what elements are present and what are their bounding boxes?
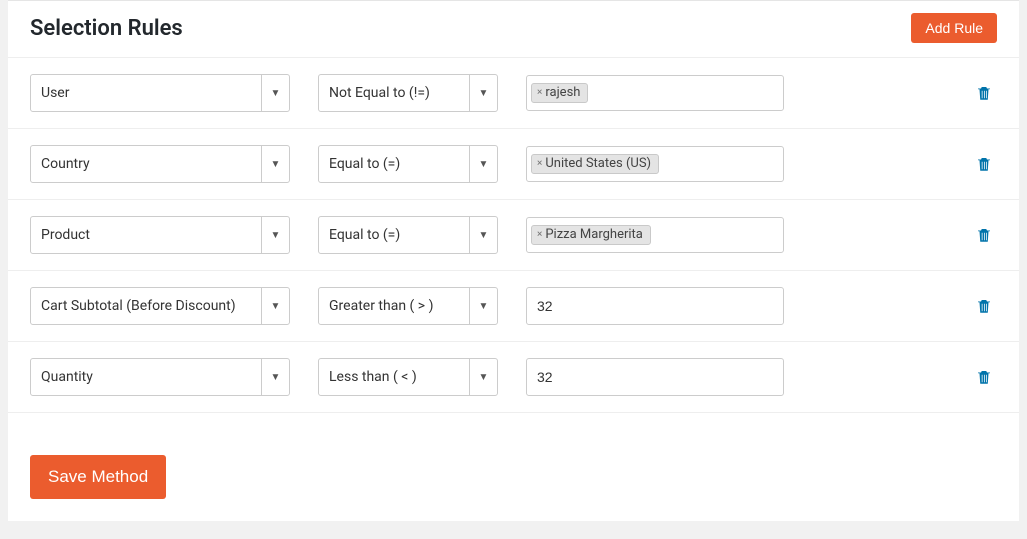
rule-value-tags[interactable]: ×rajesh (526, 75, 784, 111)
rule-field-select[interactable]: Product ▼ (30, 216, 290, 254)
rule-row: Country ▼ Equal to (=) ▼ ×United States (US) (8, 128, 1019, 199)
tag-remove-icon[interactable]: × (537, 229, 542, 240)
rule-value-tags[interactable]: ×United States (US) (526, 146, 784, 182)
rule-operator-select[interactable]: Equal to (=) ▼ (318, 145, 498, 183)
rule-field-select[interactable]: User ▼ (30, 74, 290, 112)
chevron-down-icon: ▼ (469, 146, 497, 182)
chevron-down-icon: ▼ (261, 217, 289, 253)
rules-panel: Selection Rules Add Rule User▼Not Equal … (8, 0, 1019, 521)
rule-field-select[interactable]: Quantity ▼ (30, 358, 290, 396)
rule-field-label: User (41, 85, 69, 101)
save-method-button[interactable]: Save Method (30, 455, 166, 499)
chevron-down-icon: ▼ (261, 359, 289, 395)
panel-footer: Save Method (8, 412, 1019, 521)
chevron-down-icon: ▼ (261, 288, 289, 324)
rule-field-label: Quantity (41, 369, 93, 385)
panel-title: Selection Rules (30, 16, 183, 41)
chevron-down-icon: ▼ (261, 146, 289, 182)
value-tag: ×rajesh (531, 83, 588, 103)
rule-operator-label: Greater than ( > ) (329, 298, 433, 314)
rule-operator-label: Equal to (=) (329, 156, 400, 172)
tag-label: United States (US) (545, 156, 651, 171)
rule-field-select[interactable]: Cart Subtotal (Before Discount) ▼ (30, 287, 290, 325)
tag-label: Pizza Margherita (545, 227, 643, 242)
chevron-down-icon: ▼ (469, 75, 497, 111)
trash-icon[interactable] (975, 83, 993, 103)
rule-field-label: Product (41, 227, 90, 243)
chevron-down-icon: ▼ (261, 75, 289, 111)
rule-operator-label: Less than ( < ) (329, 369, 417, 385)
rule-operator-select[interactable]: Greater than ( > ) ▼ (318, 287, 498, 325)
rule-value-input[interactable] (526, 358, 784, 396)
add-rule-button[interactable]: Add Rule (911, 13, 997, 43)
chevron-down-icon: ▼ (469, 217, 497, 253)
trash-icon[interactable] (975, 296, 993, 316)
rule-row: Cart Subtotal (Before Discount)▼Greater … (8, 270, 1019, 341)
value-tag: ×Pizza Margherita (531, 225, 651, 245)
rule-operator-label: Equal to (=) (329, 227, 400, 243)
trash-icon[interactable] (975, 367, 993, 387)
rule-value-input[interactable] (526, 287, 784, 325)
rule-operator-select[interactable]: Equal to (=) ▼ (318, 216, 498, 254)
tag-remove-icon[interactable]: × (537, 158, 542, 169)
rule-field-select[interactable]: Country ▼ (30, 145, 290, 183)
chevron-down-icon: ▼ (469, 288, 497, 324)
tag-remove-icon[interactable]: × (537, 87, 542, 98)
rule-operator-select[interactable]: Not Equal to (!=) ▼ (318, 74, 498, 112)
rule-operator-select[interactable]: Less than ( < ) ▼ (318, 358, 498, 396)
rule-row: Product ▼ Equal to (=) ▼ ×Pizza Margherita (8, 199, 1019, 270)
rule-value-tags[interactable]: ×Pizza Margherita (526, 217, 784, 253)
panel-header: Selection Rules Add Rule (8, 0, 1019, 57)
trash-icon[interactable] (975, 225, 993, 245)
rule-operator-label: Not Equal to (!=) (329, 85, 430, 101)
trash-icon[interactable] (975, 154, 993, 174)
rule-row: Quantity ▼ Less than ( < ) ▼ (8, 341, 1019, 412)
rule-row: User ▼ Not Equal to (!=) ▼ ×rajesh (8, 57, 1019, 128)
rule-field-label: Cart Subtotal (Before Discount) (41, 298, 236, 314)
tag-label: rajesh (545, 85, 580, 100)
rule-field-label: Country (41, 156, 90, 172)
value-tag: ×United States (US) (531, 154, 659, 174)
chevron-down-icon: ▼ (469, 359, 497, 395)
